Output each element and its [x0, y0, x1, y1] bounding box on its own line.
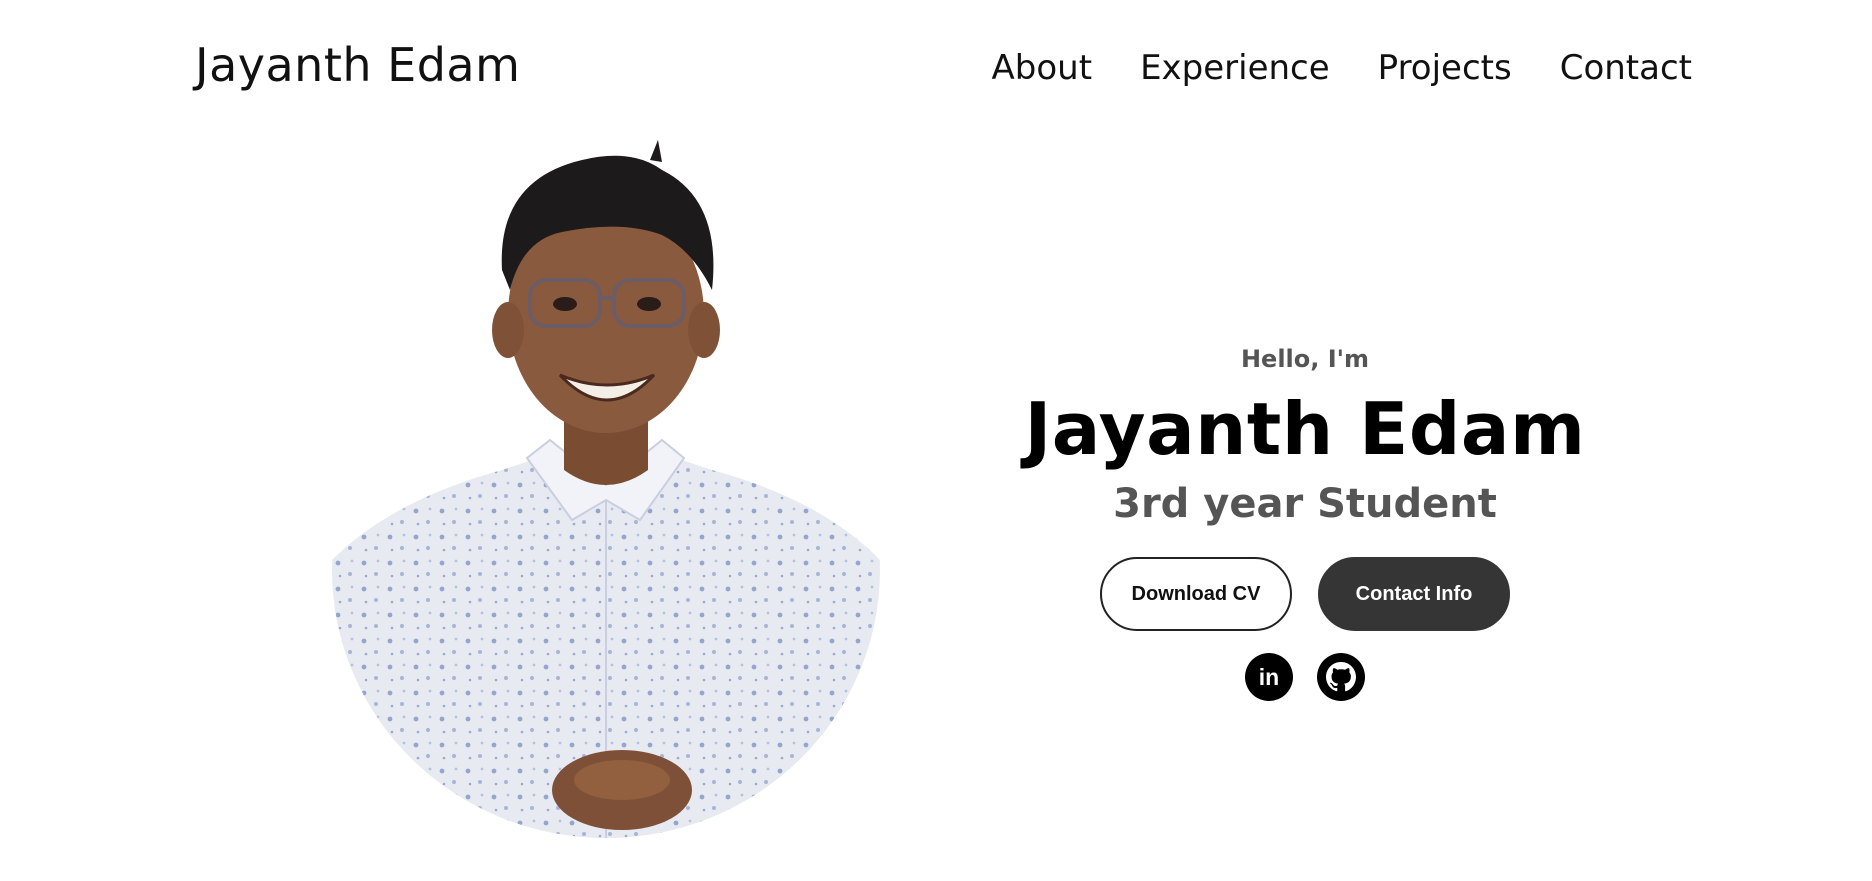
linkedin-glyph: in: [1259, 664, 1279, 690]
linkedin-icon[interactable]: in: [1245, 653, 1293, 701]
nav-link-contact[interactable]: Contact: [1560, 48, 1692, 88]
hero-name: Jayanth Edam: [1024, 387, 1586, 471]
download-cv-button[interactable]: Download CV: [1100, 557, 1292, 631]
nav-link-about[interactable]: About: [992, 48, 1093, 88]
nav-item-projects: Projects: [1378, 48, 1512, 88]
site-header: Jayanth Edam About Experience Projects C…: [0, 0, 1872, 140]
profile-photo: [332, 140, 880, 838]
nav-link-projects[interactable]: Projects: [1378, 48, 1512, 88]
hero-buttons: Download CV Contact Info: [1000, 557, 1610, 631]
github-icon[interactable]: [1317, 653, 1365, 701]
nav-item-contact: Contact: [1560, 48, 1692, 88]
nav-item-about: About: [992, 48, 1093, 88]
nav-item-experience: Experience: [1140, 48, 1330, 88]
social-links: in: [1000, 653, 1610, 701]
nav-links: About Experience Projects Contact: [992, 48, 1692, 88]
nav-link-experience[interactable]: Experience: [1140, 48, 1330, 88]
hero-intro: Hello, I'm Jayanth Edam 3rd year Student…: [1000, 345, 1610, 701]
hero-greeting: Hello, I'm: [1240, 345, 1370, 373]
hero-role: 3rd year Student: [1113, 481, 1497, 527]
contact-info-button[interactable]: Contact Info: [1318, 557, 1510, 631]
profile-photo-illustration: [332, 140, 880, 838]
site-logo[interactable]: Jayanth Edam: [195, 38, 520, 92]
